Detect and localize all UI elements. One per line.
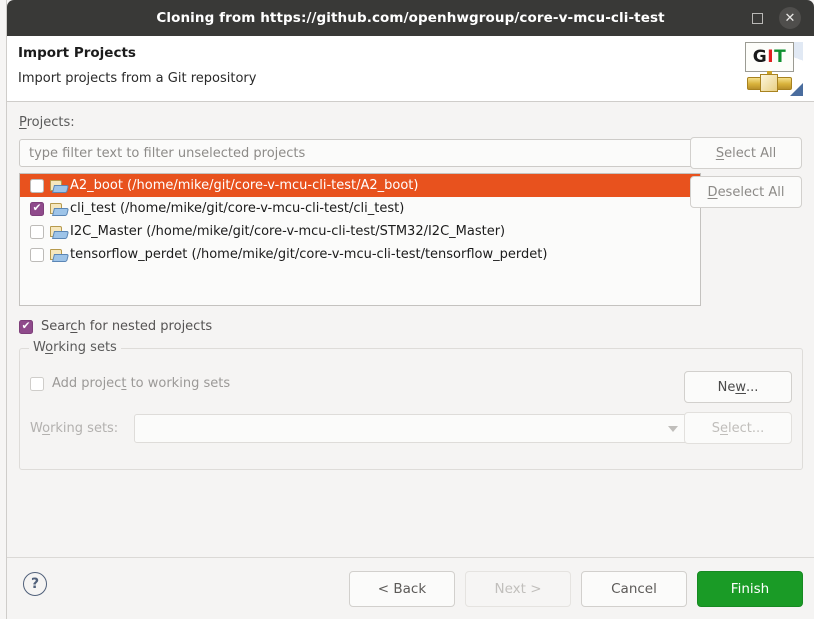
folder-icon xyxy=(50,225,69,239)
git-logo-sign: GIT xyxy=(745,42,794,72)
project-label: I2C_Master (/home/mike/git/core-v-mcu-cl… xyxy=(70,224,506,239)
deselect-all-button[interactable]: Deselect All xyxy=(690,176,802,208)
project-checkbox[interactable] xyxy=(30,247,44,262)
project-label: tensorflow_perdet (/home/mike/git/core-v… xyxy=(70,247,548,262)
search-nested-label: Search for nested projects xyxy=(41,319,213,334)
window-title: Cloning from https://github.com/openhwgr… xyxy=(156,10,665,26)
list-item[interactable]: A2_boot (/home/mike/git/core-v-mcu-cli-t… xyxy=(20,174,700,197)
chevron-down-icon xyxy=(668,426,678,432)
select-working-set-button: Se lect... xyxy=(684,412,792,444)
projects-label: Projects: xyxy=(19,115,75,130)
search-nested-projects-row[interactable]: ✔ Search for nested projects xyxy=(19,319,802,334)
maximize-icon[interactable] xyxy=(747,8,767,28)
project-label: A2_boot (/home/mike/git/core-v-mcu-cli-t… xyxy=(70,178,419,193)
git-logo-letter-g: G xyxy=(752,46,768,67)
folder-icon xyxy=(50,179,69,193)
project-label: cli_test (/home/mike/git/core-v-mcu-cli-… xyxy=(70,201,405,216)
working-sets-select-row: Working sets: xyxy=(30,414,690,443)
working-sets-combobox[interactable] xyxy=(134,414,690,443)
help-icon[interactable]: ? xyxy=(23,572,47,596)
window-titlebar: Cloning from https://github.com/openhwgr… xyxy=(7,0,814,36)
search-nested-checkbox[interactable]: ✔ xyxy=(19,319,33,334)
filter-row: type filter text to filter unselected pr… xyxy=(19,139,802,167)
add-to-working-sets-row[interactable]: Add project to working sets xyxy=(30,376,230,391)
next-button: Next > xyxy=(465,571,571,607)
back-button[interactable]: < Back xyxy=(349,571,455,607)
cancel-button[interactable]: Cancel xyxy=(581,571,687,607)
maximize-square-glyph xyxy=(751,12,763,24)
list-item[interactable]: tensorflow_perdet (/home/mike/git/core-v… xyxy=(20,243,700,266)
git-logo-letter-t: T xyxy=(774,46,787,67)
filter-input[interactable]: type filter text to filter unselected pr… xyxy=(19,139,701,167)
project-checkbox[interactable] xyxy=(30,224,44,239)
working-sets-label: Working sets: xyxy=(30,421,119,436)
dialog-footer: ? < Back Next > Cancel Finish xyxy=(7,557,814,619)
page-description: Import projects from a Git repository xyxy=(18,71,257,86)
folder-icon xyxy=(50,202,69,216)
select-all-button[interactable]: Select All xyxy=(690,137,802,169)
list-item[interactable]: I2C_Master (/home/mike/git/core-v-mcu-cl… xyxy=(20,220,700,243)
project-checkbox[interactable] xyxy=(30,178,44,193)
working-sets-group: Working sets Add project to working sets… xyxy=(19,340,803,470)
list-item[interactable]: ✔ cli_test (/home/mike/git/core-v-mcu-cl… xyxy=(20,197,700,220)
new-working-set-button[interactable]: Ne w... xyxy=(684,371,792,403)
working-sets-legend: Working sets xyxy=(29,340,121,355)
add-to-working-sets-label: Add project to working sets xyxy=(52,376,231,391)
list-action-buttons: Select All Deselect All xyxy=(690,137,802,208)
page-title: Import Projects xyxy=(18,45,136,61)
folder-icon xyxy=(50,248,69,262)
git-logo-triangle xyxy=(790,83,803,96)
dialog-body: Projects: type filter text to filter uns… xyxy=(7,102,814,557)
close-icon[interactable]: ✕ xyxy=(779,7,801,29)
project-list[interactable]: A2_boot (/home/mike/git/core-v-mcu-cli-t… xyxy=(19,173,701,306)
git-logo-pipe-box xyxy=(760,74,778,92)
wizard-buttons: < Back Next > Cancel Finish xyxy=(349,571,803,607)
dialog-header: Import Projects Import projects from a G… xyxy=(7,36,814,102)
project-checkbox[interactable]: ✔ xyxy=(30,201,44,216)
git-logo-letter-i: I xyxy=(767,46,775,67)
git-logo-icon: GIT xyxy=(741,42,803,97)
add-to-working-sets-checkbox[interactable] xyxy=(30,376,44,391)
finish-button[interactable]: Finish xyxy=(697,571,803,607)
import-projects-dialog: Cloning from https://github.com/openhwgr… xyxy=(6,0,814,619)
